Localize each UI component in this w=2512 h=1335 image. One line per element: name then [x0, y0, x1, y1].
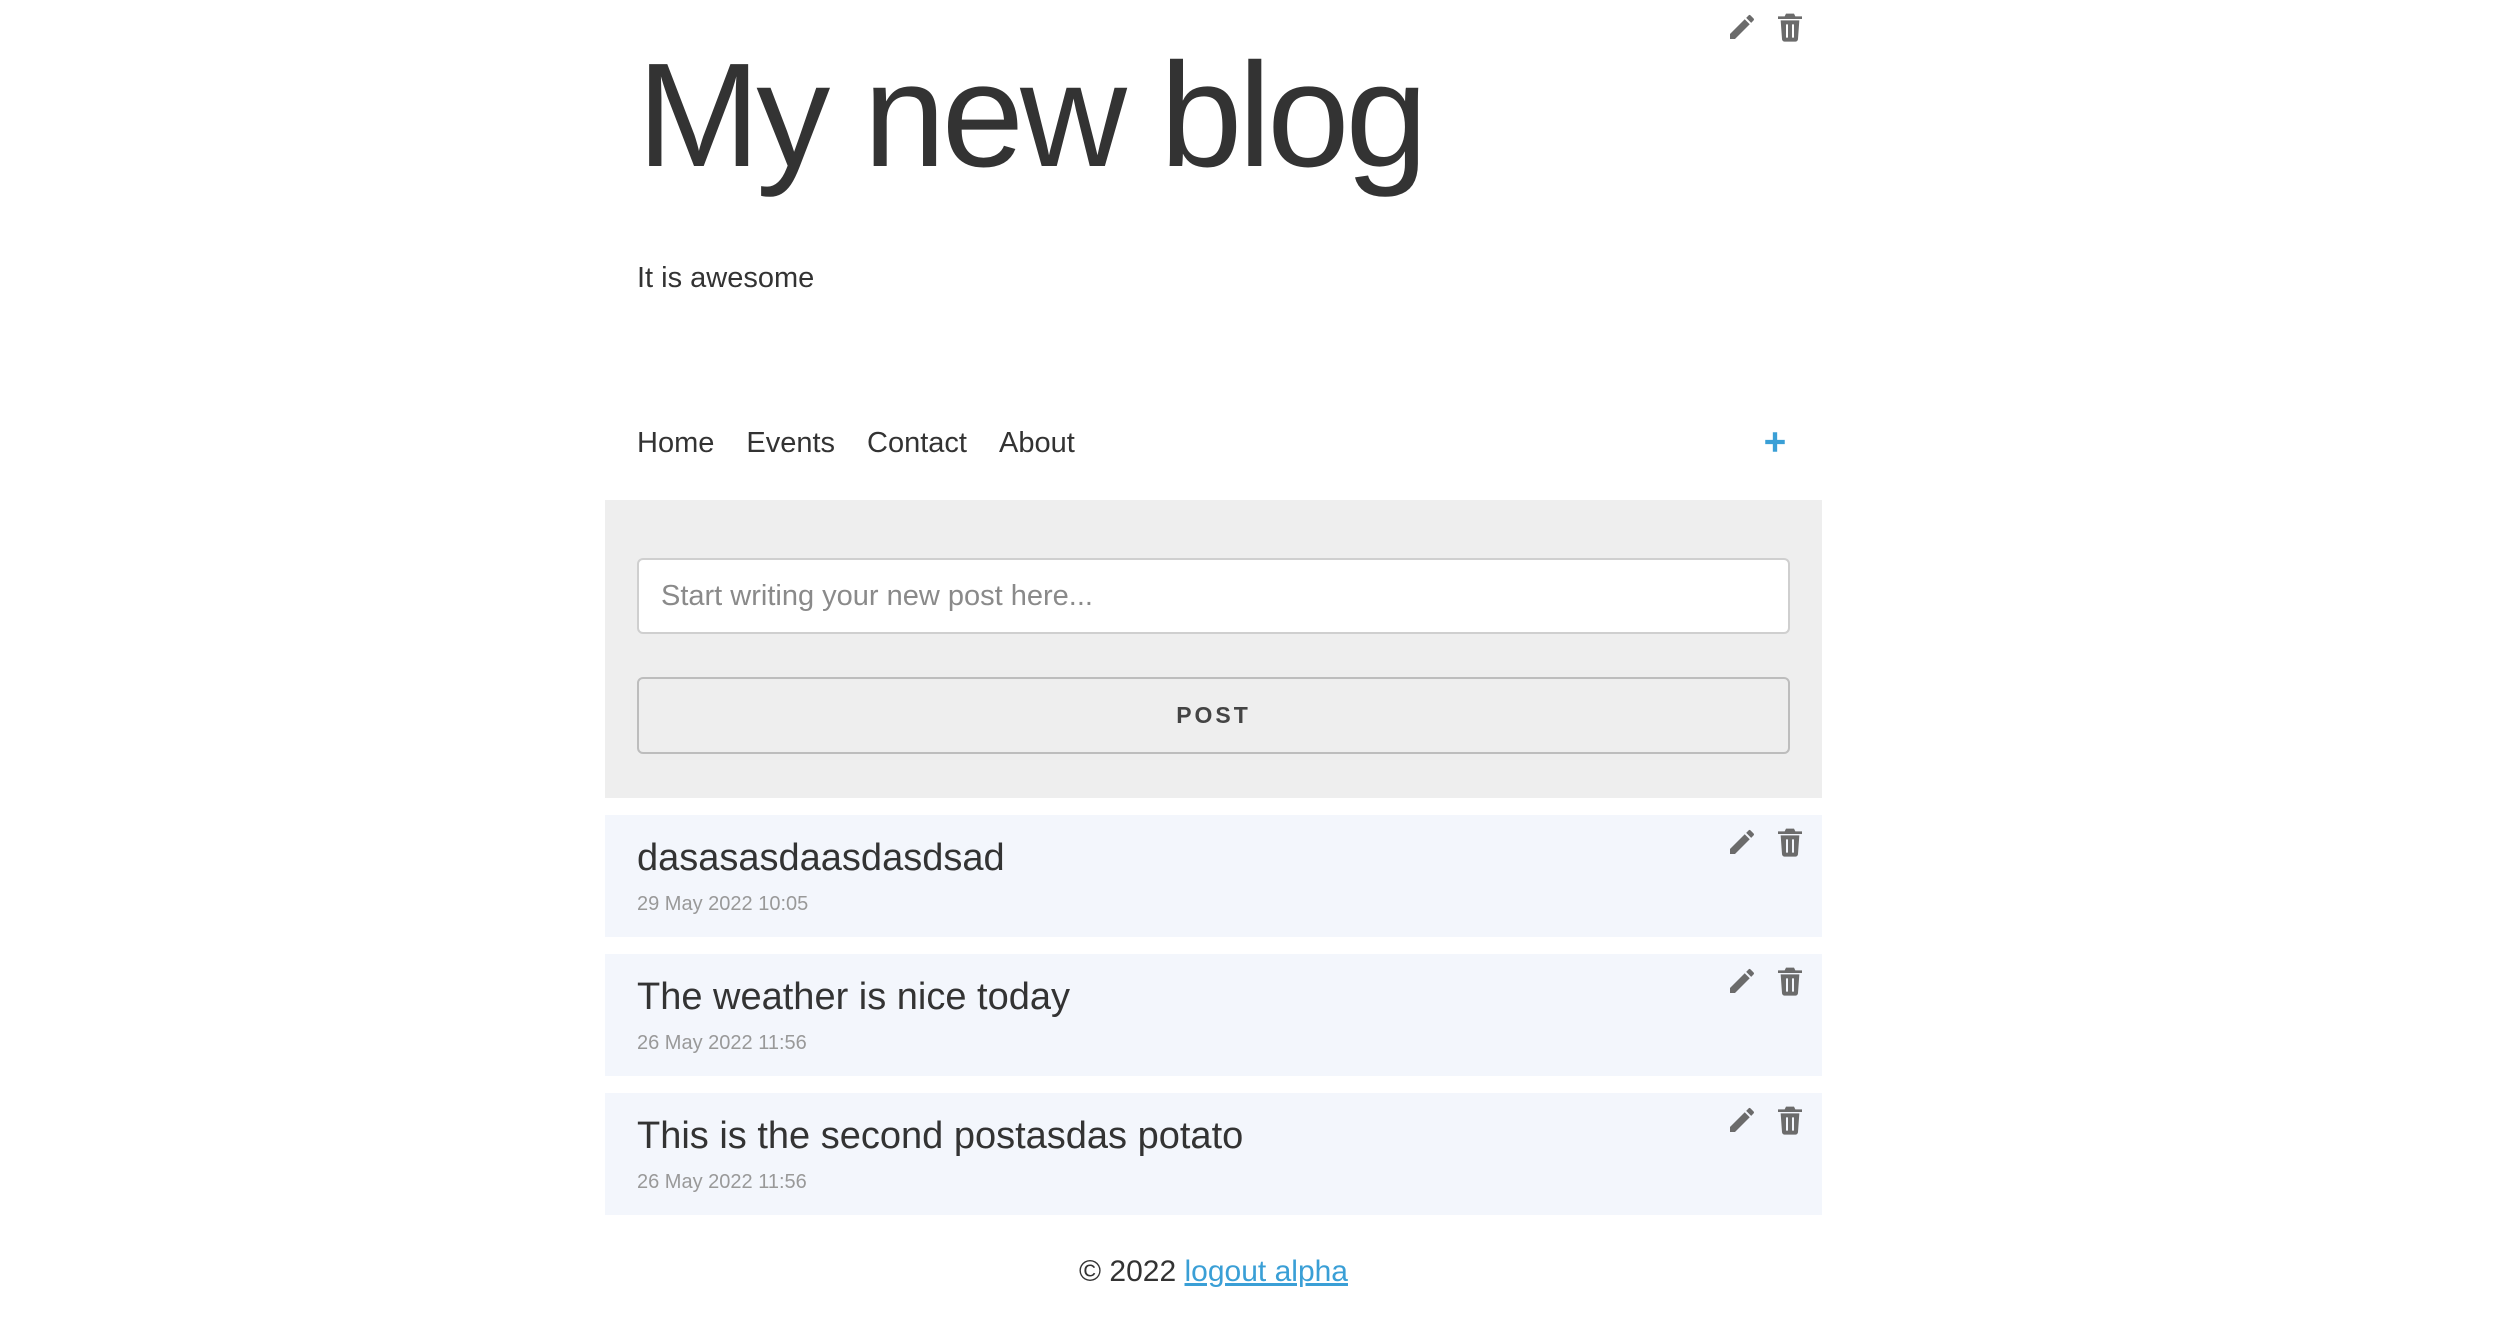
blog-container: My new blog It is awesome Home Events Co… — [605, 0, 1822, 1335]
edit-post-button[interactable] — [1725, 825, 1759, 859]
nav-item-events[interactable]: Events — [746, 427, 835, 460]
pencil-icon — [1730, 14, 1755, 39]
edit-post-button[interactable] — [1725, 964, 1759, 998]
nav-links: Home Events Contact About — [637, 427, 1075, 460]
add-page-button[interactable] — [1758, 425, 1792, 459]
trash-icon — [1778, 967, 1802, 996]
post-date: 29 May 2022 10:05 — [637, 893, 809, 915]
blog-subtitle: It is awesome — [637, 262, 815, 294]
post-date: 26 May 2022 11:56 — [637, 1032, 807, 1054]
delete-post-button[interactable] — [1773, 825, 1807, 859]
delete-blog-button[interactable] — [1773, 10, 1807, 44]
pencil-icon — [1730, 829, 1755, 854]
post-title[interactable]: The weather is nice today — [637, 976, 1070, 1019]
header-actions — [1725, 10, 1807, 44]
nav-item-about[interactable]: About — [999, 427, 1075, 460]
logout-link[interactable]: logout alpha — [1185, 1255, 1348, 1288]
post-actions — [1725, 964, 1807, 998]
post-item[interactable]: The weather is nice today 26 May 2022 11… — [605, 954, 1822, 1076]
post-date: 26 May 2022 11:56 — [637, 1171, 807, 1193]
main-nav: Home Events Contact About — [605, 395, 1822, 500]
post-button[interactable]: POST — [637, 677, 1790, 754]
trash-icon — [1778, 13, 1802, 42]
trash-icon — [1778, 828, 1802, 857]
post-title[interactable]: dasasasdaasdasdsad — [637, 837, 1005, 880]
blog-title: My new blog — [637, 33, 1428, 198]
blog-header: My new blog It is awesome — [605, 0, 1822, 395]
post-list: dasasasdaasdasdsad 29 May 2022 10:05 The… — [605, 815, 1822, 1215]
delete-post-button[interactable] — [1773, 1103, 1807, 1137]
nav-item-home[interactable]: Home — [637, 427, 714, 460]
page-footer: © 2022 logout alpha — [605, 1255, 1822, 1335]
pencil-icon — [1730, 1107, 1755, 1132]
pencil-icon — [1730, 968, 1755, 993]
edit-blog-button[interactable] — [1725, 10, 1759, 44]
post-item[interactable]: This is the second postasdas potato 26 M… — [605, 1093, 1822, 1215]
trash-icon — [1778, 1106, 1802, 1135]
post-composer: POST — [605, 500, 1822, 798]
post-actions — [1725, 825, 1807, 859]
footer-copyright: © 2022 — [1078, 1255, 1177, 1288]
post-item[interactable]: dasasasdaasdasdsad 29 May 2022 10:05 — [605, 815, 1822, 937]
edit-post-button[interactable] — [1725, 1103, 1759, 1137]
post-title[interactable]: This is the second postasdas potato — [637, 1115, 1243, 1158]
delete-post-button[interactable] — [1773, 964, 1807, 998]
plus-icon — [1765, 432, 1785, 452]
nav-item-contact[interactable]: Contact — [867, 427, 967, 460]
new-post-input[interactable] — [637, 558, 1790, 634]
post-actions — [1725, 1103, 1807, 1137]
